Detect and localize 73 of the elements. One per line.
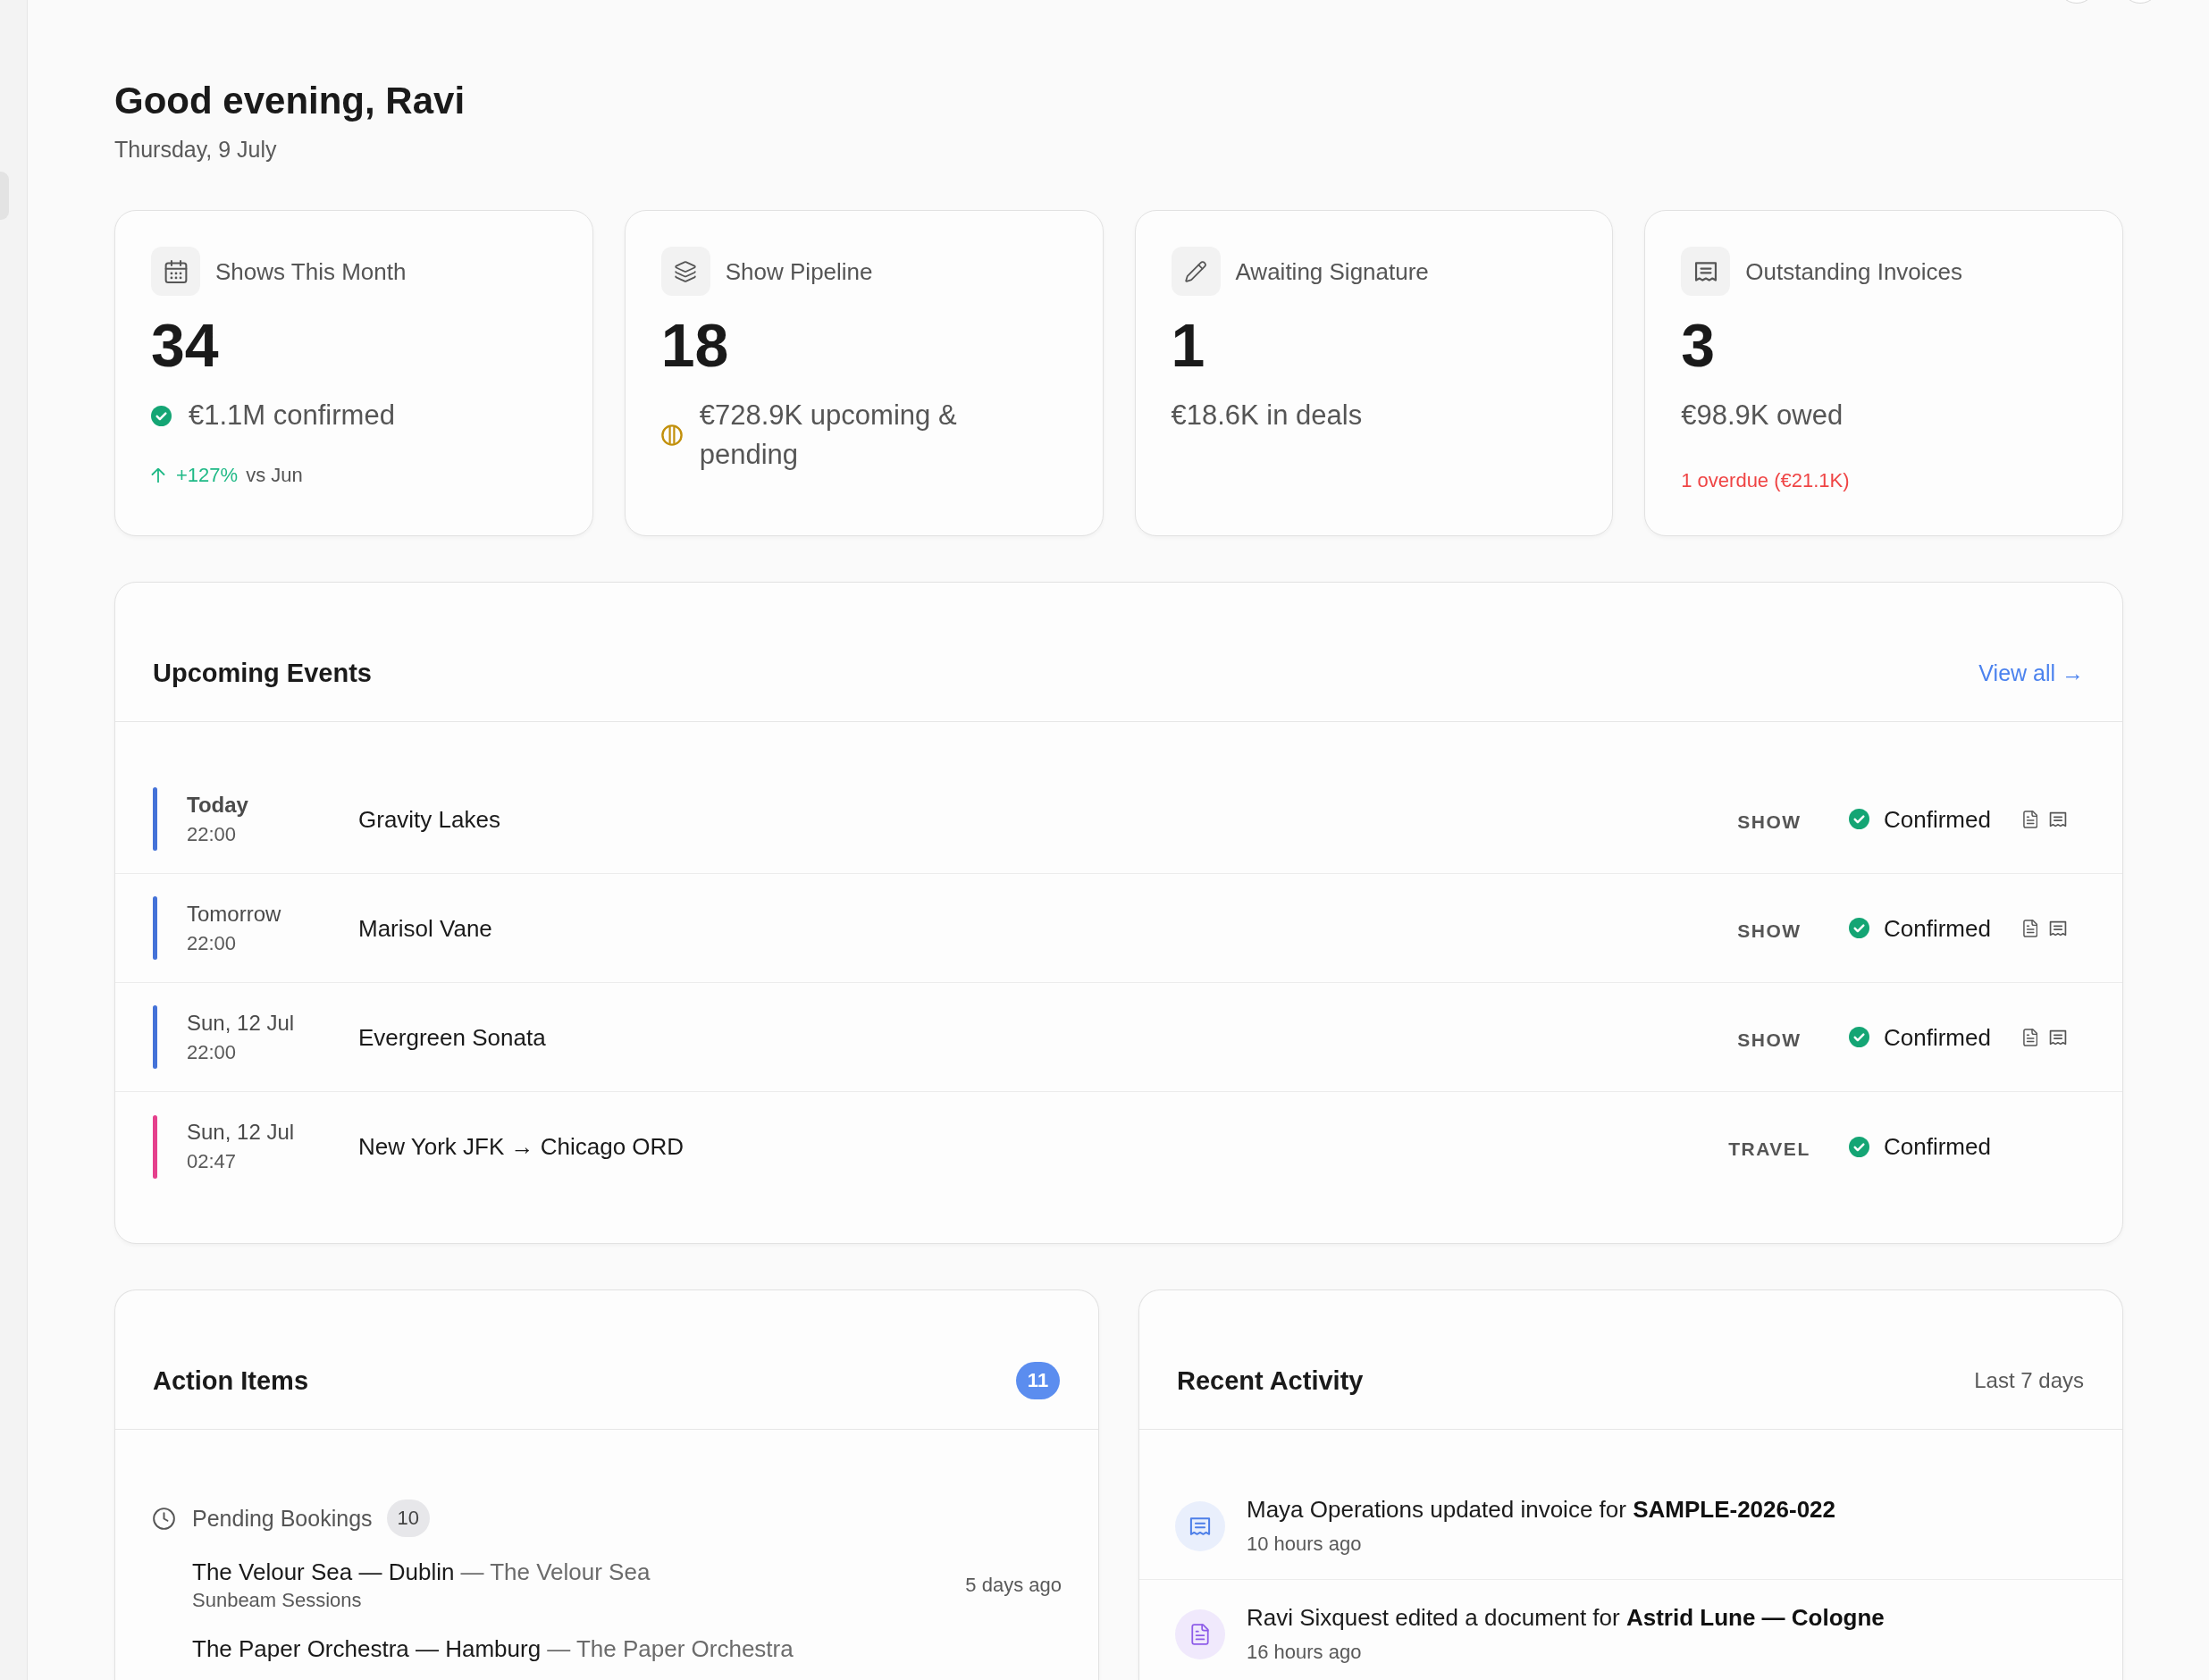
document-icon [2023, 1028, 2038, 1046]
stat-summary: €98.9K owed [1681, 399, 1844, 433]
activity-time: 16 hours ago [1247, 1640, 1362, 1665]
panel-title: Recent Activity [1177, 1365, 1364, 1397]
greeting-title: Good evening, Ravi [114, 79, 466, 123]
group-label: Pending Bookings [192, 1505, 373, 1533]
overdue-text: 1 overdue (€21.1K) [1681, 468, 1850, 493]
event-type: SHOW [1737, 810, 1802, 834]
count-badge: 11 [1016, 1361, 1060, 1399]
view-all-link[interactable]: View all → [1978, 658, 2084, 687]
status-text: Confirmed [1884, 804, 1991, 835]
stat-label: Awaiting Signature [1235, 256, 1429, 286]
event-type: SHOW [1737, 1028, 1802, 1052]
check-circle-icon [1849, 918, 1869, 938]
event-title: Evergreen Sonata [358, 1022, 546, 1053]
activity-time: 10 hours ago [1247, 1532, 1362, 1557]
trend-text: vs Jun [246, 463, 303, 488]
event-type: TRAVEL [1728, 1138, 1810, 1161]
stat-summary: €728.9K upcoming & pending [699, 399, 958, 472]
event-time: 22:00 [187, 821, 237, 847]
booking-title: The Paper Orchestra — Hamburg [192, 1634, 542, 1664]
status-text: Confirmed [1884, 1022, 1991, 1053]
calendar-icon [151, 247, 200, 296]
count-badge: 10 [386, 1499, 431, 1537]
stat-summary: €18.6K in deals [1171, 399, 1363, 433]
receipt-icon [1681, 247, 1731, 296]
booking-title: The Velour Sea — Dublin [192, 1558, 455, 1587]
check-circle-icon [151, 405, 172, 426]
stat-value: 34 [151, 314, 219, 376]
panel-title: Upcoming Events [153, 657, 372, 689]
trend-change: +127% [176, 463, 239, 488]
event-date: Today [187, 791, 248, 819]
event-time: 22:00 [187, 930, 237, 956]
booking-time: 5 days ago [965, 1573, 1062, 1598]
document-icon [2023, 810, 2038, 828]
pencil-icon [1171, 247, 1221, 296]
activity-text: Maya Operations updated invoice for SAMPLE-2026-022 [1247, 1495, 1836, 1525]
event-date: Sun, 12 Jul [187, 1009, 295, 1037]
layers-icon [660, 247, 710, 296]
booking-artist: — The Paper Orchestra [547, 1634, 794, 1664]
stat-value: 3 [1681, 314, 1716, 376]
receipt-icon [2049, 810, 2068, 828]
event-date: Tomorrow [187, 900, 281, 928]
receipt-icon [2049, 919, 2068, 937]
event-type: SHOW [1737, 919, 1802, 943]
booking-artist: — The Velour Sea [460, 1558, 651, 1587]
panel-title: Action Items [153, 1365, 309, 1397]
event-time: 22:00 [187, 1039, 237, 1065]
range-text: Last 7 days [1974, 1366, 2084, 1394]
check-circle-icon [1849, 1136, 1869, 1157]
event-title: Gravity Lakes [358, 804, 500, 835]
stat-label: Outstanding Invoices [1745, 256, 1963, 286]
stat-label: Shows This Month [215, 256, 407, 286]
status-text: Confirmed [1884, 913, 1991, 944]
check-circle-icon [1849, 809, 1869, 829]
check-circle-icon [1849, 1027, 1869, 1047]
stat-label: Show Pipeline [725, 256, 873, 286]
striped-circle-icon [660, 424, 683, 446]
status-text: Confirmed [1884, 1132, 1991, 1162]
event-time: 02:47 [187, 1149, 237, 1174]
receipt-icon [2049, 1028, 2068, 1046]
stat-value: 18 [660, 314, 729, 376]
activity-text: Ravi Sixquest edited a document for Astrid Lune — Cologne [1247, 1603, 1885, 1633]
booking-subtitle: Sunbeam Sessions [192, 1588, 362, 1613]
event-title: Marisol Vane [358, 913, 492, 944]
stat-value: 1 [1171, 314, 1205, 376]
event-date: Sun, 12 Jul [187, 1119, 295, 1146]
event-title: New York JFK → Chicago ORD [358, 1132, 685, 1162]
stat-summary: €1.1M confirmed [189, 399, 395, 433]
document-icon [2023, 919, 2038, 937]
date-text: Thursday, 9 July [114, 136, 277, 163]
clock-icon [153, 1507, 175, 1530]
arrow-up-icon [151, 468, 165, 483]
